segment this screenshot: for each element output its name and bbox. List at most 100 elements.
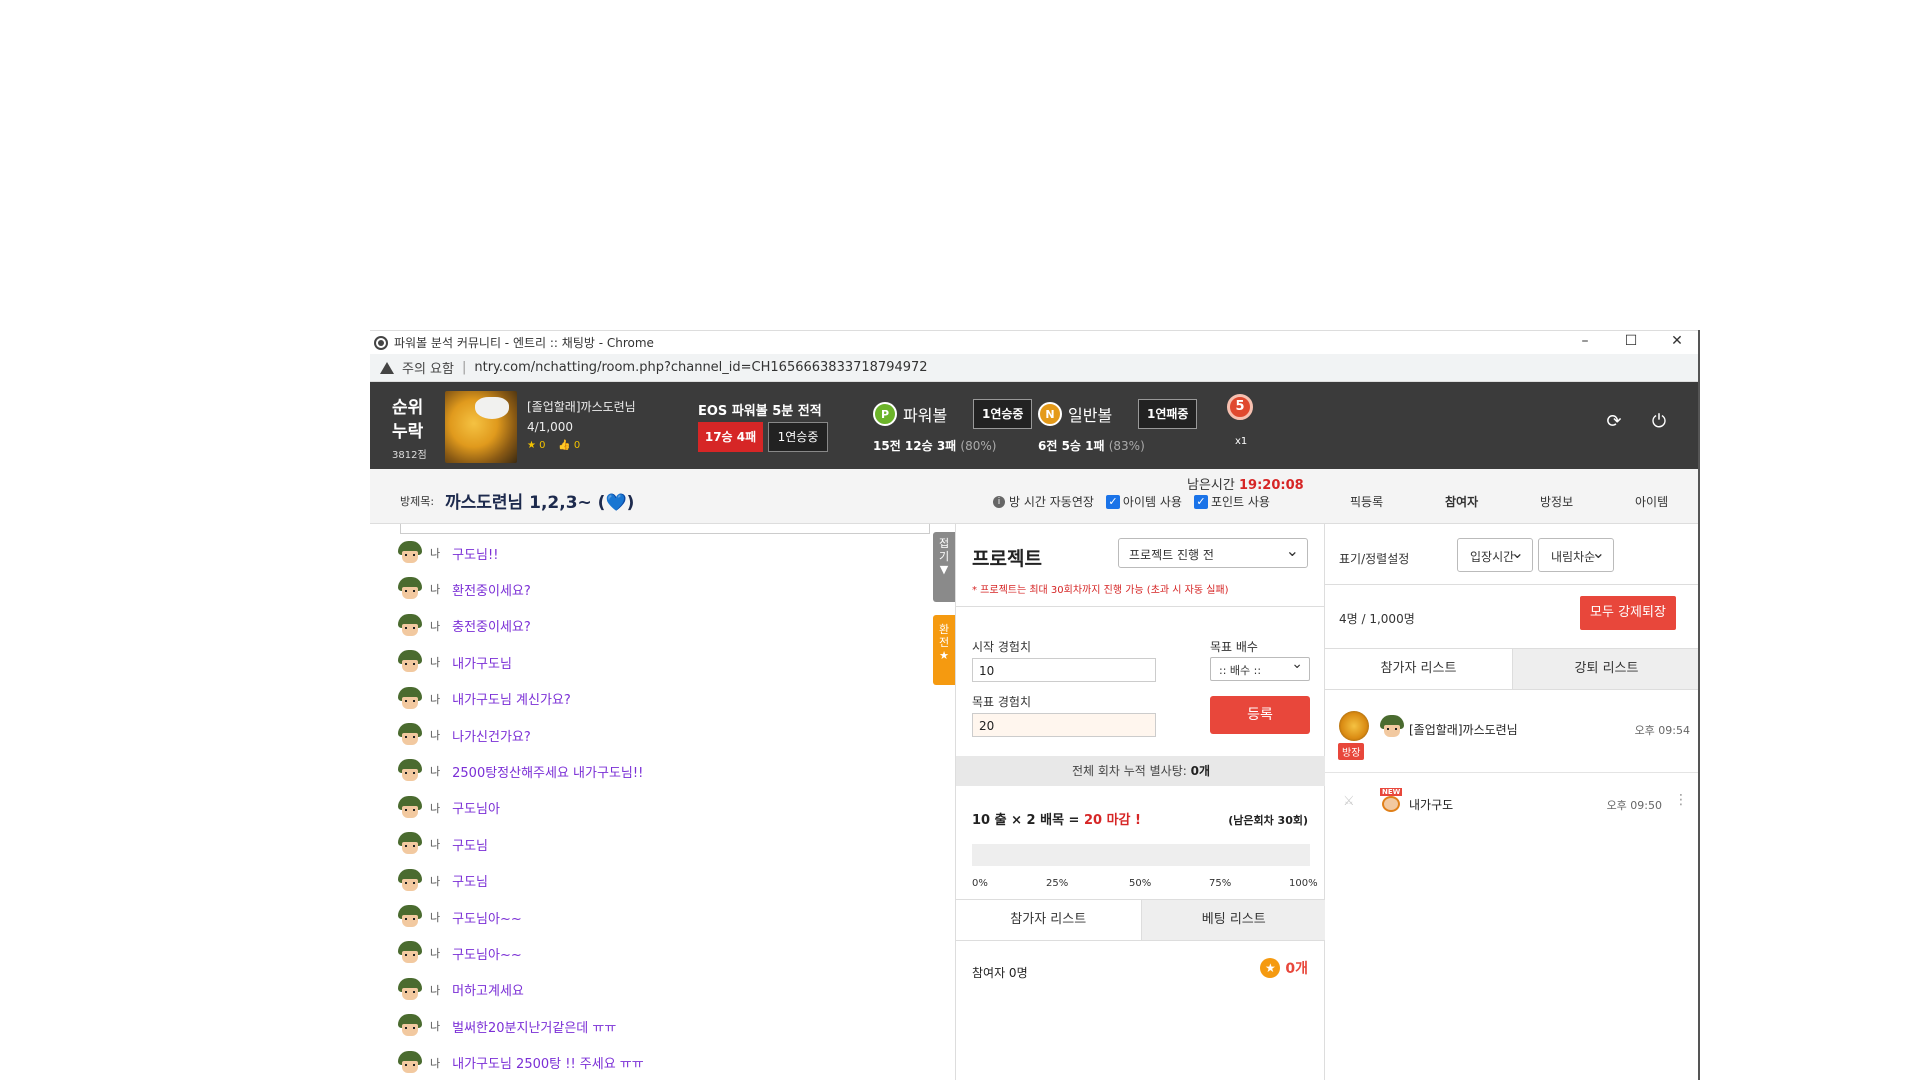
project-progress-bar: [972, 844, 1310, 866]
member-row[interactable]: 방장 [졸업할래]까스도련님 오후 09:54: [1325, 701, 1698, 761]
url-text[interactable]: ntry.com/nchatting/room.php?channel_id=C…: [474, 360, 927, 375]
more-options-icon[interactable]: ⋮: [1674, 792, 1688, 808]
power-icon[interactable]: ⏻: [1649, 412, 1669, 432]
tab-room-info[interactable]: 방정보: [1540, 493, 1573, 510]
multiplier-select[interactable]: :: 배수 ::: [1210, 656, 1310, 681]
host-avatar[interactable]: [445, 391, 517, 463]
chat-message: 나 내가구도님: [398, 647, 512, 677]
start-exp-input[interactable]: 10: [972, 658, 1156, 682]
tab-project-participants[interactable]: 참가자 리스트: [956, 900, 1141, 940]
chat-message: 나 구도님!!: [398, 538, 498, 568]
powerball-label: 파워볼: [903, 406, 948, 425]
tab-pick-register[interactable]: 픽등록: [1350, 493, 1383, 510]
maximize-button[interactable]: ☐: [1608, 331, 1654, 355]
tab-kick-list[interactable]: 강퇴 리스트: [1512, 649, 1698, 689]
security-warning[interactable]: 주의 요함: [402, 358, 454, 377]
chat-text: 구도님: [452, 838, 489, 854]
kick-all-button[interactable]: 모두 강제퇴장: [1580, 596, 1676, 630]
eos-streak: 1연승중: [768, 422, 828, 452]
tab-items[interactable]: 아이템: [1635, 493, 1668, 510]
chat-text: 내가구도님 계신가요?: [452, 693, 571, 709]
host-badge: 방장: [1338, 743, 1365, 760]
remaining-time: 남은시간 19:20:08: [1187, 478, 1304, 493]
star-icon: ★: [527, 440, 536, 451]
soldier-avatar-icon: [398, 759, 422, 783]
soldier-avatar-icon: [398, 1050, 422, 1075]
room-title: 까스도련님 1,2,3~ (💙): [445, 493, 635, 513]
chat-sender: 나: [430, 1020, 441, 1034]
minimize-button[interactable]: –: [1562, 331, 1608, 355]
normalball-label: 일반볼: [1068, 406, 1113, 425]
star-icon: ★: [939, 649, 949, 662]
browser-window: 파워볼 분석 커뮤니티 - 엔트리 :: 채팅방 - Chrome – ☐ ✕ …: [370, 330, 1700, 1080]
target-exp-input[interactable]: 20: [972, 713, 1156, 737]
accumulated-candy-bar: 전체 회차 누적 별사탕: 0개: [956, 756, 1326, 786]
tab-member-list[interactable]: 참가자 리스트: [1325, 649, 1512, 689]
window-title: 파워볼 분석 커뮤니티 - 엔트리 :: 채팅방 - Chrome: [394, 336, 654, 350]
rank-display: 순위 누락: [392, 398, 424, 442]
caret-down-icon: ▼: [939, 563, 949, 576]
refresh-icon[interactable]: ⟳: [1604, 412, 1624, 432]
multiplier-label: 목표 배수: [1210, 640, 1258, 654]
kick-icon[interactable]: ⚔: [1343, 794, 1355, 809]
chat-sender: 나: [430, 729, 441, 742]
chat-log[interactable]: 나 구도님!! 나 환전중이세요? 나 충전중이세요? 나 내가구도님 나 내가구도님 계신가요?…: [370, 524, 935, 1080]
chat-text: 구도님아~~: [452, 911, 522, 927]
soldier-avatar-icon: [398, 577, 422, 601]
project-status-select[interactable]: 프로젝트 진행 전: [1118, 538, 1308, 568]
chat-sender: 나: [430, 801, 441, 815]
title-bar: 파워볼 분석 커뮤니티 - 엔트리 :: 채팅방 - Chrome – ☐ ✕: [370, 330, 1698, 355]
sort-field-select[interactable]: 입장시간: [1457, 538, 1533, 572]
project-note: * 프로젝트는 최대 30회차까지 진행 가능 (초과 시 자동 실패): [972, 585, 1229, 596]
progress-tick: 25%: [1046, 878, 1069, 889]
chat-text: 내가구도님 2500탕 !! 주세요 ㅠㅠ: [452, 1057, 644, 1073]
chat-sender: 나: [430, 947, 441, 961]
tab-betting-list[interactable]: 베팅 리스트: [1140, 900, 1326, 940]
new-tag: NEW: [1380, 788, 1403, 796]
member-row[interactable]: ⚔ NEW 내가구도 오후 09:50 ⋮: [1325, 776, 1698, 836]
progress-tick: 75%: [1209, 878, 1232, 889]
medal-icon[interactable]: 5: [1227, 394, 1253, 420]
soldier-avatar-icon: [398, 650, 422, 674]
exchange-tab[interactable]: 환전 ★: [933, 615, 955, 685]
chat-sender: 나: [430, 1056, 441, 1070]
item-use-label: 아이템 사용: [1122, 495, 1182, 509]
project-formula: 10 출 × 2 배목 = 20 마감 !: [972, 813, 1141, 828]
info-icon: i: [993, 495, 1005, 508]
register-button[interactable]: 등록: [1210, 696, 1310, 734]
room-options: i 방 시간 자동연장 ✓ 아이템 사용 ✓ 포인트 사용: [993, 493, 1270, 510]
fold-tab[interactable]: 접기 ▼: [933, 532, 955, 602]
chat-sender: 나: [430, 547, 441, 560]
progress-tick: 0%: [972, 878, 988, 889]
address-bar[interactable]: 주의 요함 | ntry.com/nchatting/room.php?chan…: [370, 354, 1698, 382]
member-name: 내가구도: [1409, 798, 1454, 812]
chat-message: 나 구도님아: [398, 793, 500, 823]
room-title-label: 방제목:: [400, 495, 435, 508]
tab-participants[interactable]: 참여자: [1445, 493, 1478, 510]
soldier-avatar-icon: [398, 868, 422, 893]
sort-settings-label: 표기/정렬설정: [1339, 552, 1410, 566]
close-button[interactable]: ✕: [1654, 331, 1698, 355]
normalball-streak: 1연패중: [1138, 399, 1198, 429]
chat-message: 나 2500탕정산해주세요 내가구도님!!: [398, 756, 643, 786]
normalball-icon: N: [1038, 402, 1062, 426]
chat-message: 나 벌써한20분지난거같은데 ㅠㅠ: [398, 1011, 616, 1041]
point-use-checkbox[interactable]: ✓: [1193, 494, 1208, 509]
chat-sender: 나: [430, 583, 441, 597]
chat-sender: 나: [430, 619, 441, 633]
chat-text: 구도님: [452, 875, 489, 891]
item-use-checkbox[interactable]: ✓: [1105, 494, 1120, 509]
project-panel: 프로젝트 프로젝트 진행 전 * 프로젝트는 최대 30회차까지 진행 가능 (…: [955, 524, 1326, 1080]
member-name: [졸업할래]까스도련님: [1409, 723, 1518, 737]
soldier-avatar-icon: [398, 723, 422, 747]
chat-sender: 나: [430, 692, 441, 706]
chat-sender: 나: [430, 911, 441, 924]
new-member-avatar-icon: NEW: [1380, 788, 1403, 812]
chat-text: 벌써한20분지난거같은데 ㅠㅠ: [452, 1020, 617, 1036]
sort-order-select[interactable]: 내림차순: [1538, 538, 1614, 572]
member-count: 4명 / 1,000명: [1339, 612, 1415, 626]
window-controls: – ☐ ✕: [1562, 331, 1698, 355]
chat-message: 나 나가신건가요?: [398, 720, 531, 750]
chat-message: 나 내가구도님 2500탕 !! 주세요 ㅠㅠ: [398, 1048, 644, 1078]
soldier-avatar-icon: [398, 832, 422, 856]
